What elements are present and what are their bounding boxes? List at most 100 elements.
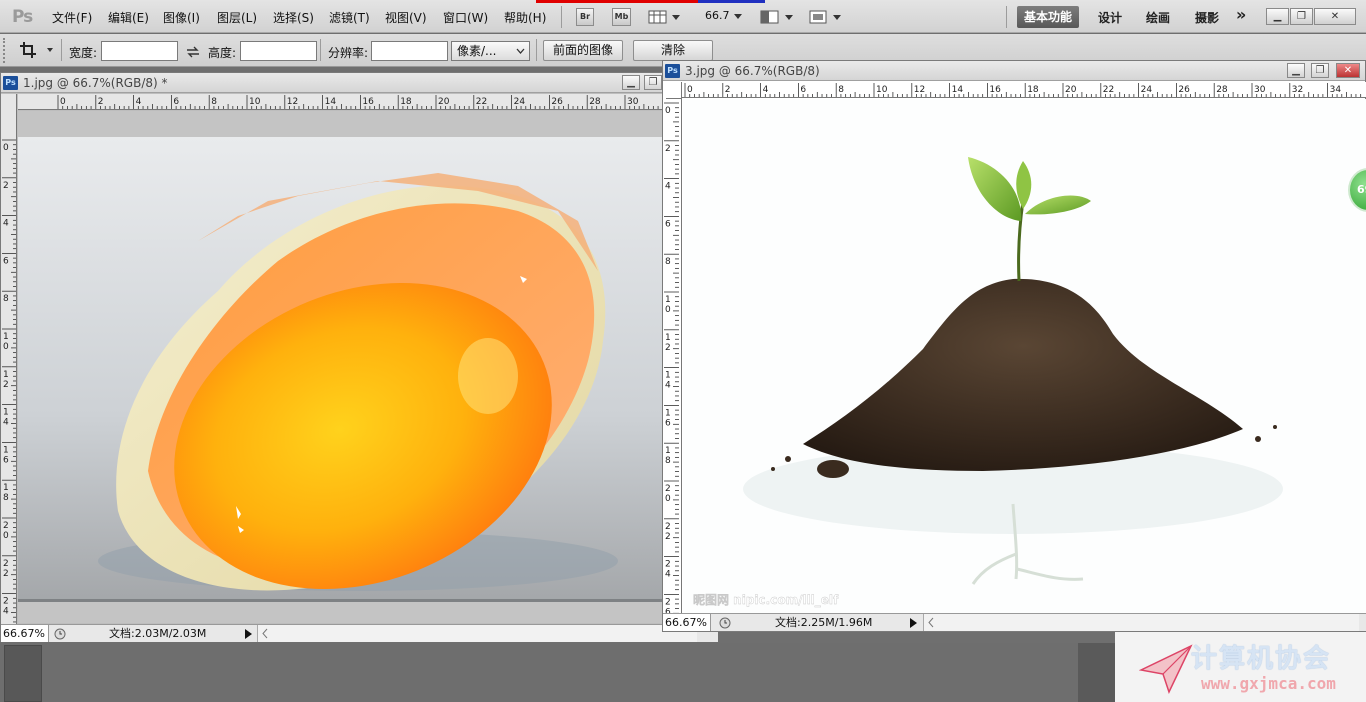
width-label: 宽度: [69, 46, 98, 60]
ruler-label: 34 [1330, 85, 1342, 95]
menu-help[interactable]: 帮助(H) [504, 9, 546, 26]
arrange-documents-button[interactable] [760, 9, 794, 28]
dropdown-arrow-icon [516, 48, 525, 54]
horizontal-scrollbar[interactable] [257, 625, 697, 642]
clear-button[interactable]: 清除 [633, 40, 713, 61]
status-info-icon[interactable] [719, 617, 731, 629]
canvas-area[interactable] [18, 111, 716, 623]
scroll-left-icon[interactable] [261, 628, 269, 639]
photoshop-logo: Ps [12, 7, 33, 27]
watermark-text: 昵图网 nipic.com/lll_elf [693, 593, 839, 608]
paper-plane-logo-icon [1139, 644, 1193, 694]
ruler-label: 8 [3, 294, 9, 304]
doc-close-icon[interactable]: ✕ [1336, 63, 1360, 78]
bridge-button[interactable]: Br [576, 8, 594, 26]
workspace-background [0, 643, 1115, 702]
menu-file[interactable]: 文件(F) [52, 9, 92, 26]
status-bar: 66.67% 文档:2.03M/2.03M [1, 624, 718, 642]
document-title: 1.jpg @ 66.7%(RGB/8) * [23, 76, 168, 90]
scroll-left-icon[interactable] [927, 617, 935, 628]
doc-restore-icon[interactable]: ❐ [1311, 63, 1329, 78]
ruler-label: 1 [665, 295, 671, 305]
close-icon[interactable]: ✕ [1314, 8, 1356, 25]
status-menu-arrow-icon[interactable] [907, 617, 919, 629]
menu-select[interactable]: 选择(S) [273, 9, 314, 26]
ruler-label: 2 [98, 97, 104, 107]
ruler-label: 14 [952, 85, 964, 95]
ruler-label: 12 [914, 85, 925, 95]
arrange-icon [760, 10, 793, 24]
view-extras-button[interactable] [648, 9, 682, 28]
swap-icon[interactable] [186, 46, 200, 58]
mini-bridge-button[interactable]: Mb [612, 8, 631, 26]
ruler-label: 4 [665, 182, 671, 192]
ruler-label: 0 [3, 143, 9, 153]
status-info-icon[interactable] [54, 628, 66, 640]
ruler-origin[interactable] [666, 82, 682, 99]
zoom-field[interactable]: 66.67% [1, 625, 49, 642]
ruler-label: 2 [665, 522, 671, 532]
front-image-button[interactable]: 前面的图像 [543, 40, 623, 61]
menu-window[interactable]: 窗口(W) [443, 9, 488, 26]
ruler-label: 30 [627, 97, 639, 107]
canvas-area[interactable]: 昵图网 nipic.com/lll_elf [683, 99, 1366, 614]
ruler-label: 24 [1141, 85, 1153, 95]
menu-filter[interactable]: 滤镜(T) [329, 9, 370, 26]
ruler-label: 32 [1292, 85, 1303, 95]
screen-mode-button[interactable] [808, 9, 842, 28]
ruler-label: 26 [551, 97, 563, 107]
document-tab-egg[interactable]: Ps 1.jpg @ 66.7%(RGB/8) * ▁ ❐ [1, 73, 716, 93]
ruler-label: 4 [3, 418, 9, 428]
menu-edit[interactable]: 编辑(E) [108, 9, 149, 26]
ruler-label: 0 [3, 531, 9, 541]
separator [1006, 6, 1007, 28]
zoom-field[interactable]: 66.67% [663, 614, 711, 631]
ruler-label: 0 [665, 305, 671, 315]
ruler-label: 0 [687, 85, 693, 95]
separator [561, 6, 562, 28]
doc-restore-icon[interactable]: ❐ [644, 75, 662, 90]
separator [320, 39, 321, 61]
document-window-sprout[interactable]: Ps 3.jpg @ 66.7%(RGB/8) ▁ ❐ ✕ 0 2 4 6 8 10 12 1… [662, 60, 1366, 632]
workspace-painting[interactable]: 绘画 [1146, 9, 1170, 26]
zoom-level-select[interactable]: 66.7 [705, 9, 730, 22]
document-title: 3.jpg @ 66.7%(RGB/8) [685, 64, 820, 78]
restore-icon[interactable]: ❐ [1290, 8, 1313, 25]
ruler-label: 20 [438, 97, 450, 107]
workspace-essentials[interactable]: 基本功能 [1017, 6, 1080, 28]
ruler-label: 2 [665, 484, 671, 494]
ruler-label: 1 [3, 332, 9, 342]
menu-image[interactable]: 图像(I) [163, 9, 200, 26]
ruler-label: 1 [3, 408, 9, 418]
resolution-label: 分辨率: [328, 46, 369, 60]
ruler-ticks: 02468101214161820222426283032 [57, 95, 697, 109]
bar-grip [3, 38, 7, 63]
menu-layer[interactable]: 图层(L) [217, 9, 257, 26]
doc-minimize-icon[interactable]: ▁ [1287, 63, 1305, 78]
document-tab-sprout[interactable]: Ps 3.jpg @ 66.7%(RGB/8) ▁ ❐ ✕ [663, 61, 1365, 81]
document-size: 文档:2.25M/1.96M [775, 616, 873, 629]
workspace-photography[interactable]: 摄影 [1195, 9, 1219, 26]
resolution-unit-select[interactable]: 像素/... [451, 41, 530, 61]
document-window-egg[interactable]: Ps 1.jpg @ 66.7%(RGB/8) * ▁ ❐ 0 2 4 6 8 10 12 1… [0, 72, 718, 642]
status-menu-arrow-icon[interactable] [242, 628, 254, 640]
horizontal-scrollbar[interactable] [923, 614, 1359, 631]
tool-preset-picker[interactable] [18, 40, 58, 63]
width-field[interactable] [101, 41, 178, 61]
egg-yolk-image [18, 111, 716, 623]
ruler-label: 6 [3, 455, 9, 465]
workspace-more-icon[interactable]: » [1236, 5, 1246, 24]
ruler-label: 1 [3, 370, 9, 380]
ruler-label: 8 [838, 85, 844, 95]
ruler-label: 2 [725, 85, 731, 95]
ruler-label: 4 [665, 570, 671, 580]
minimize-icon[interactable]: ▁ [1266, 8, 1289, 25]
resolution-field[interactable] [371, 41, 448, 61]
menu-view[interactable]: 视图(V) [385, 9, 427, 26]
ruler-label: 6 [173, 97, 179, 107]
height-field[interactable] [240, 41, 317, 61]
workspace-design[interactable]: 设计 [1098, 9, 1122, 26]
unit-value: 像素/... [457, 44, 497, 58]
ruler-label: 16 [989, 85, 1001, 95]
doc-minimize-icon[interactable]: ▁ [622, 75, 640, 90]
